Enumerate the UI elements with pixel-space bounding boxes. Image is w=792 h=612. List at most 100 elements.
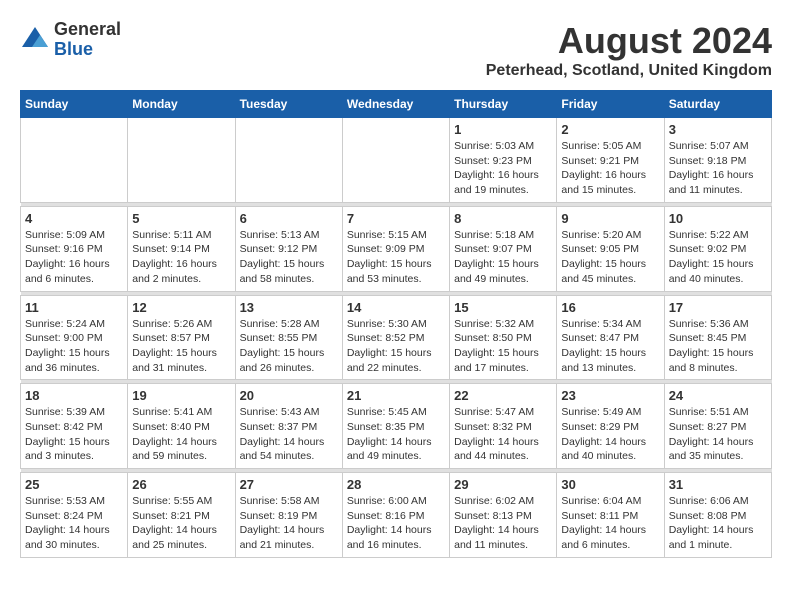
day-number: 26 <box>132 477 230 492</box>
day-info: Sunrise: 5:55 AM Sunset: 8:21 PM Dayligh… <box>132 494 230 553</box>
day-info: Sunrise: 5:22 AM Sunset: 9:02 PM Dayligh… <box>669 228 767 287</box>
calendar-cell: 1Sunrise: 5:03 AM Sunset: 9:23 PM Daylig… <box>450 118 557 203</box>
calendar-cell: 28 Sunrise: 6:00 AM Sunset: 8:16 PM Dayli… <box>342 473 449 558</box>
day-info: Sunrise: 5:39 AM Sunset: 8:42 PM Dayligh… <box>25 405 123 464</box>
day-info: Sunrise: 6:06 AM Sunset: 8:08 PM Dayligh… <box>669 494 767 553</box>
day-info: Sunrise: 6:04 AM Sunset: 8:11 PM Dayligh… <box>561 494 659 553</box>
day-info: Sunrise: 5:11 AM Sunset: 9:14 PM Dayligh… <box>132 228 230 287</box>
calendar-cell: 14Sunrise: 5:30 AM Sunset: 8:52 PM Dayli… <box>342 295 449 380</box>
calendar-cell: 30 Sunrise: 6:04 AM Sunset: 8:11 PM Dayli… <box>557 473 664 558</box>
day-number: 5 <box>132 211 230 226</box>
day-number: 19 <box>132 388 230 403</box>
calendar-cell: 22 Sunrise: 5:47 AM Sunset: 8:32 PM Dayli… <box>450 384 557 469</box>
day-info: Sunrise: 5:03 AM Sunset: 9:23 PM Dayligh… <box>454 139 552 198</box>
calendar-cell: 8Sunrise: 5:18 AM Sunset: 9:07 PM Daylig… <box>450 206 557 291</box>
calendar-cell: 29 Sunrise: 6:02 AM Sunset: 8:13 PM Dayli… <box>450 473 557 558</box>
day-info: Sunrise: 5:28 AM Sunset: 8:55 PM Dayligh… <box>240 317 338 376</box>
day-info: Sunrise: 5:32 AM Sunset: 8:50 PM Dayligh… <box>454 317 552 376</box>
day-number: 2 <box>561 122 659 137</box>
day-info: Sunrise: 5:43 AM Sunset: 8:37 PM Dayligh… <box>240 405 338 464</box>
calendar-cell: 19 Sunrise: 5:41 AM Sunset: 8:40 PM Dayli… <box>128 384 235 469</box>
day-number: 20 <box>240 388 338 403</box>
day-info: Sunrise: 5:51 AM Sunset: 8:27 PM Dayligh… <box>669 405 767 464</box>
day-number: 30 <box>561 477 659 492</box>
day-info: Sunrise: 5:47 AM Sunset: 8:32 PM Dayligh… <box>454 405 552 464</box>
calendar-cell: 11 Sunrise: 5:24 AM Sunset: 9:00 PM Dayli… <box>21 295 128 380</box>
day-info: Sunrise: 5:13 AM Sunset: 9:12 PM Dayligh… <box>240 228 338 287</box>
day-number: 3 <box>669 122 767 137</box>
weekday-header: Friday <box>557 91 664 118</box>
day-info: Sunrise: 5:07 AM Sunset: 9:18 PM Dayligh… <box>669 139 767 198</box>
subtitle: Peterhead, Scotland, United Kingdom <box>486 62 772 80</box>
day-number: 12 <box>132 300 230 315</box>
day-number: 6 <box>240 211 338 226</box>
day-info: Sunrise: 6:00 AM Sunset: 8:16 PM Dayligh… <box>347 494 445 553</box>
calendar-cell: 12 Sunrise: 5:26 AM Sunset: 8:57 PM Dayli… <box>128 295 235 380</box>
day-info: Sunrise: 5:36 AM Sunset: 8:45 PM Dayligh… <box>669 317 767 376</box>
day-number: 27 <box>240 477 338 492</box>
page-header: General Blue August 2024 Peterhead, Scot… <box>20 20 772 80</box>
day-number: 29 <box>454 477 552 492</box>
calendar-cell <box>342 118 449 203</box>
weekday-header: Thursday <box>450 91 557 118</box>
calendar-cell <box>21 118 128 203</box>
calendar-cell: 27 Sunrise: 5:58 AM Sunset: 8:19 PM Dayli… <box>235 473 342 558</box>
calendar-cell: 5 Sunrise: 5:11 AM Sunset: 9:14 PM Daylig… <box>128 206 235 291</box>
day-number: 24 <box>669 388 767 403</box>
calendar-cell: 20 Sunrise: 5:43 AM Sunset: 8:37 PM Dayli… <box>235 384 342 469</box>
logo-icon <box>20 25 50 55</box>
day-number: 16 <box>561 300 659 315</box>
day-number: 15 <box>454 300 552 315</box>
calendar-cell: 17Sunrise: 5:36 AM Sunset: 8:45 PM Dayli… <box>664 295 771 380</box>
calendar-cell: 23 Sunrise: 5:49 AM Sunset: 8:29 PM Dayli… <box>557 384 664 469</box>
day-number: 18 <box>25 388 123 403</box>
day-info: Sunrise: 5:58 AM Sunset: 8:19 PM Dayligh… <box>240 494 338 553</box>
calendar: SundayMondayTuesdayWednesdayThursdayFrid… <box>20 90 772 558</box>
day-number: 11 <box>25 300 123 315</box>
weekday-header: Monday <box>128 91 235 118</box>
logo-general: General <box>54 20 121 40</box>
calendar-cell: 25Sunrise: 5:53 AM Sunset: 8:24 PM Dayli… <box>21 473 128 558</box>
calendar-cell: 6 Sunrise: 5:13 AM Sunset: 9:12 PM Daylig… <box>235 206 342 291</box>
day-info: Sunrise: 5:09 AM Sunset: 9:16 PM Dayligh… <box>25 228 123 287</box>
calendar-cell: 21Sunrise: 5:45 AM Sunset: 8:35 PM Dayli… <box>342 384 449 469</box>
weekday-header: Saturday <box>664 91 771 118</box>
logo-blue: Blue <box>54 40 121 60</box>
day-number: 10 <box>669 211 767 226</box>
calendar-week-row: 18 Sunrise: 5:39 AM Sunset: 8:42 PM Dayli… <box>21 384 772 469</box>
calendar-cell: 10 Sunrise: 5:22 AM Sunset: 9:02 PM Dayli… <box>664 206 771 291</box>
day-info: Sunrise: 5:05 AM Sunset: 9:21 PM Dayligh… <box>561 139 659 198</box>
calendar-cell: 4Sunrise: 5:09 AM Sunset: 9:16 PM Daylig… <box>21 206 128 291</box>
title-section: August 2024 Peterhead, Scotland, United … <box>486 20 772 80</box>
day-number: 22 <box>454 388 552 403</box>
day-info: Sunrise: 5:41 AM Sunset: 8:40 PM Dayligh… <box>132 405 230 464</box>
weekday-header: Tuesday <box>235 91 342 118</box>
day-info: Sunrise: 5:53 AM Sunset: 8:24 PM Dayligh… <box>25 494 123 553</box>
calendar-week-row: 4Sunrise: 5:09 AM Sunset: 9:16 PM Daylig… <box>21 206 772 291</box>
calendar-cell: 18 Sunrise: 5:39 AM Sunset: 8:42 PM Dayli… <box>21 384 128 469</box>
day-info: Sunrise: 6:02 AM Sunset: 8:13 PM Dayligh… <box>454 494 552 553</box>
day-number: 9 <box>561 211 659 226</box>
calendar-cell: 31Sunrise: 6:06 AM Sunset: 8:08 PM Dayli… <box>664 473 771 558</box>
calendar-header-row: SundayMondayTuesdayWednesdayThursdayFrid… <box>21 91 772 118</box>
calendar-cell <box>235 118 342 203</box>
day-info: Sunrise: 5:24 AM Sunset: 9:00 PM Dayligh… <box>25 317 123 376</box>
day-number: 28 <box>347 477 445 492</box>
day-number: 23 <box>561 388 659 403</box>
calendar-cell: 15 Sunrise: 5:32 AM Sunset: 8:50 PM Dayli… <box>450 295 557 380</box>
day-info: Sunrise: 5:26 AM Sunset: 8:57 PM Dayligh… <box>132 317 230 376</box>
day-info: Sunrise: 5:18 AM Sunset: 9:07 PM Dayligh… <box>454 228 552 287</box>
calendar-cell: 13Sunrise: 5:28 AM Sunset: 8:55 PM Dayli… <box>235 295 342 380</box>
logo-text: General Blue <box>54 20 121 60</box>
day-info: Sunrise: 5:49 AM Sunset: 8:29 PM Dayligh… <box>561 405 659 464</box>
weekday-header: Sunday <box>21 91 128 118</box>
calendar-week-row: 1Sunrise: 5:03 AM Sunset: 9:23 PM Daylig… <box>21 118 772 203</box>
calendar-cell: 26 Sunrise: 5:55 AM Sunset: 8:21 PM Dayli… <box>128 473 235 558</box>
logo: General Blue <box>20 20 121 60</box>
calendar-cell: 9 Sunrise: 5:20 AM Sunset: 9:05 PM Daylig… <box>557 206 664 291</box>
weekday-header: Wednesday <box>342 91 449 118</box>
day-info: Sunrise: 5:34 AM Sunset: 8:47 PM Dayligh… <box>561 317 659 376</box>
calendar-cell: 24 Sunrise: 5:51 AM Sunset: 8:27 PM Dayli… <box>664 384 771 469</box>
day-info: Sunrise: 5:20 AM Sunset: 9:05 PM Dayligh… <box>561 228 659 287</box>
day-number: 14 <box>347 300 445 315</box>
